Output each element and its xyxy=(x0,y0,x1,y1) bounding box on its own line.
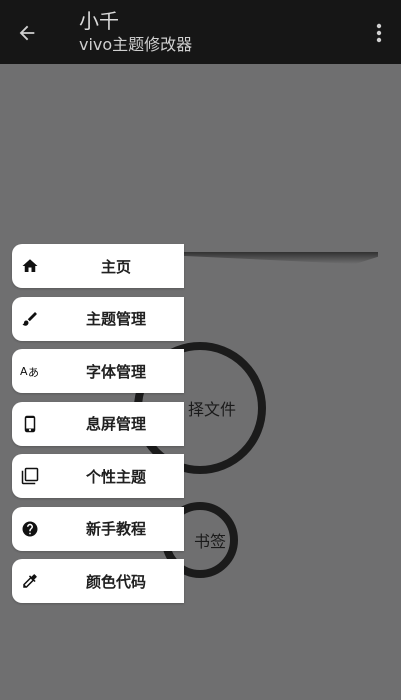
menu-item-font-manage[interactable]: A あ 字体管理 xyxy=(12,349,184,393)
app-subtitle: vivo主题修改器 xyxy=(79,35,193,54)
menu-item-label: 主页 xyxy=(100,257,131,276)
menu-item-tutorial[interactable]: 新手教程 xyxy=(12,506,184,551)
more-vertical-icon xyxy=(376,23,382,43)
menu-item-aod-manage[interactable]: 息屏管理 xyxy=(12,401,184,446)
overflow-menu-button[interactable] xyxy=(369,20,389,46)
menu-item-home[interactable]: 主页 xyxy=(12,244,184,288)
menu-item-label: 主题管理 xyxy=(85,310,146,328)
app-title: 小千 xyxy=(79,9,119,33)
select-file-label: 择文件 xyxy=(187,400,236,419)
menu-item-personal-theme[interactable]: 个性主题 xyxy=(12,454,184,498)
menu-item-label: 新手教程 xyxy=(85,520,146,538)
title-block: 小千 vivo主题修改器 xyxy=(79,8,192,56)
menu-item-theme-manage[interactable]: 主题管理 xyxy=(12,296,184,341)
menu-item-label: 息屏管理 xyxy=(85,415,146,433)
floating-menu: 主页 主题管理 A あ 字体管理 息屏管理 个性主题 新手教程 颜色代码 xyxy=(12,244,184,612)
bookmark-label: 书签 xyxy=(193,532,226,551)
menu-item-color-code[interactable]: 颜色代码 xyxy=(12,559,184,603)
menu-item-label: 个性主题 xyxy=(85,467,146,486)
card-shadow-edge xyxy=(150,252,378,264)
menu-item-label: 颜色代码 xyxy=(85,572,146,591)
app-bar: 小千 vivo主题修改器 xyxy=(0,0,401,64)
arrow-left-icon xyxy=(19,25,35,41)
menu-item-label: 字体管理 xyxy=(85,362,146,381)
back-button[interactable] xyxy=(12,18,42,48)
